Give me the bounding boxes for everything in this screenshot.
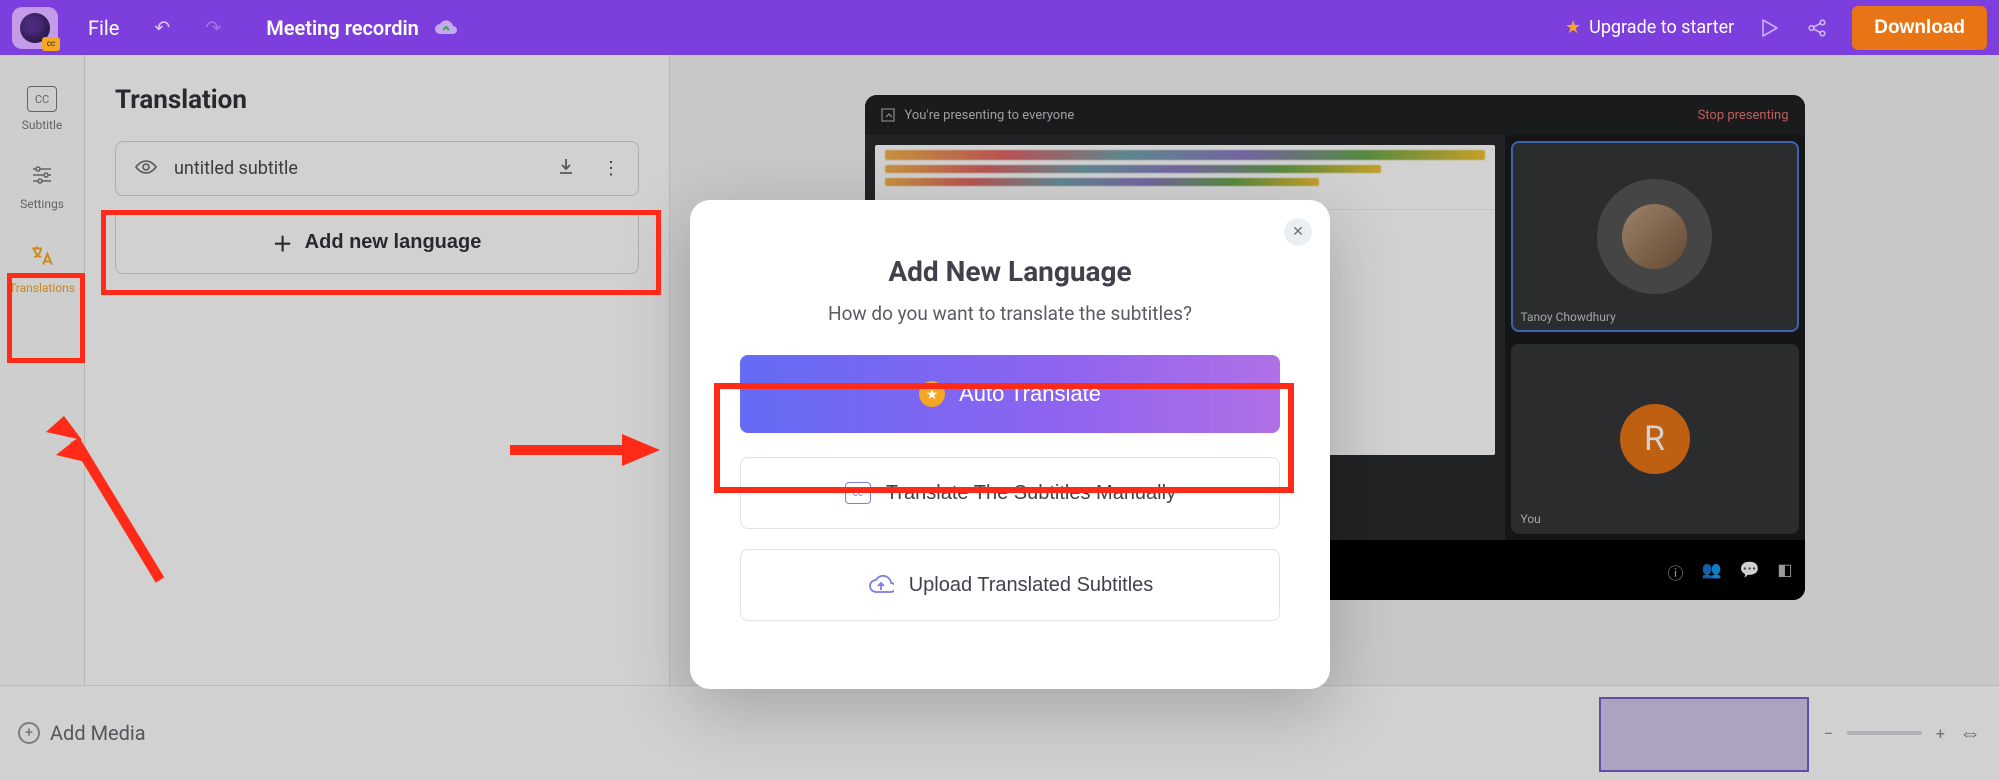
zoom-out-icon[interactable]: −	[1824, 724, 1833, 743]
modal-subtitle: How do you want to translate the subtitl…	[730, 302, 1290, 325]
visibility-icon[interactable]	[134, 157, 158, 181]
modal-title: Add New Language	[730, 255, 1290, 288]
translation-panel: Translation untitled subtitle ⋮ ＋ Add ne…	[85, 55, 670, 685]
manual-translate-label: Translate The Subtitles Manually	[886, 482, 1176, 505]
preview-play-icon[interactable]	[1756, 15, 1782, 41]
meet-top-bar: You're presenting to everyone Stop prese…	[865, 95, 1805, 135]
download-icon[interactable]	[556, 156, 576, 181]
people-icon[interactable]: 👥	[1702, 560, 1722, 584]
chat-icon[interactable]: 💬	[1739, 560, 1759, 584]
plus-icon: ＋	[273, 228, 293, 257]
present-icon	[881, 108, 895, 122]
translate-icon	[29, 243, 55, 275]
add-language-modal: ✕ Add New Language How do you want to tr…	[690, 200, 1330, 689]
upgrade-label: Upgrade to starter	[1589, 17, 1734, 38]
participant-2-avatar: R	[1620, 404, 1690, 474]
presenting-label: You're presenting to everyone	[905, 108, 1075, 123]
cc-icon: CC	[27, 86, 57, 112]
cc-icon: cc	[844, 480, 872, 506]
add-media-button[interactable]: + Add Media	[18, 721, 146, 745]
rail-subtitle[interactable]: CC Subtitle	[5, 80, 79, 138]
add-language-label: Add new language	[305, 231, 482, 254]
project-name[interactable]: Meeting recordin	[266, 16, 461, 40]
add-language-button[interactable]: ＋ Add new language	[115, 211, 639, 274]
project-name-text: Meeting recordin	[266, 16, 419, 40]
add-media-label: Add Media	[50, 721, 146, 745]
participant-2: R You	[1511, 344, 1799, 535]
logo-cc-badge: cc	[42, 37, 60, 51]
app-logo[interactable]: cc	[12, 7, 58, 49]
more-icon[interactable]: ⋮	[602, 158, 620, 179]
zoom-in-icon[interactable]: +	[1936, 724, 1945, 743]
sliders-icon	[30, 164, 54, 191]
upload-subtitles-button[interactable]: Upload Translated Subtitles	[740, 549, 1280, 621]
cloud-upload-icon	[867, 572, 895, 598]
cloud-sync-icon	[431, 17, 461, 39]
activities-icon[interactable]: ◧	[1777, 560, 1792, 584]
file-menu[interactable]: File	[88, 16, 119, 40]
participant-2-name: You	[1521, 512, 1541, 526]
plus-circle-icon: +	[18, 722, 40, 744]
manual-translate-button[interactable]: cc Translate The Subtitles Manually	[740, 457, 1280, 529]
panel-title: Translation	[115, 85, 639, 115]
star-badge-icon: ★	[919, 381, 945, 407]
redo-icon[interactable]: ↷	[205, 16, 221, 39]
rail-settings-label: Settings	[20, 197, 64, 211]
zoom-slider[interactable]	[1847, 731, 1922, 735]
download-button[interactable]: Download	[1852, 6, 1987, 50]
rail-translations[interactable]: Translations	[5, 237, 79, 301]
participant-1: Tanoy Chowdhury	[1511, 141, 1799, 332]
star-icon: ★	[1565, 17, 1581, 38]
meet-control-icons: ⓘ 👥 💬 ◧	[1668, 560, 1793, 584]
topbar: cc File ↶ ↷ Meeting recordin ★ Upgrade t…	[0, 0, 1999, 55]
rail-translations-label: Translations	[9, 281, 75, 295]
subtitle-row[interactable]: untitled subtitle ⋮	[115, 141, 639, 196]
upload-subtitles-label: Upload Translated Subtitles	[909, 574, 1154, 597]
auto-translate-label: Auto Translate	[959, 381, 1101, 407]
rail-subtitle-label: Subtitle	[22, 118, 63, 132]
zoom-fit-icon[interactable]: ⇔	[1959, 720, 1981, 746]
stop-presenting-link[interactable]: Stop presenting	[1698, 108, 1789, 123]
auto-translate-button[interactable]: ★ Auto Translate	[740, 355, 1280, 433]
participant-1-name: Tanoy Chowdhury	[1521, 310, 1616, 324]
close-icon[interactable]: ✕	[1284, 218, 1312, 246]
timeline-bar: + Add Media − + ⇔	[0, 685, 1999, 780]
timeline-clip[interactable]	[1599, 697, 1809, 772]
left-rail: CC Subtitle Settings Translations	[0, 55, 85, 780]
undo-icon[interactable]: ↶	[154, 16, 170, 39]
upgrade-link[interactable]: ★ Upgrade to starter	[1565, 17, 1734, 38]
info-icon[interactable]: ⓘ	[1668, 560, 1684, 584]
share-icon[interactable]	[1804, 15, 1830, 41]
rail-settings[interactable]: Settings	[5, 158, 79, 217]
subtitle-name: untitled subtitle	[174, 158, 298, 179]
